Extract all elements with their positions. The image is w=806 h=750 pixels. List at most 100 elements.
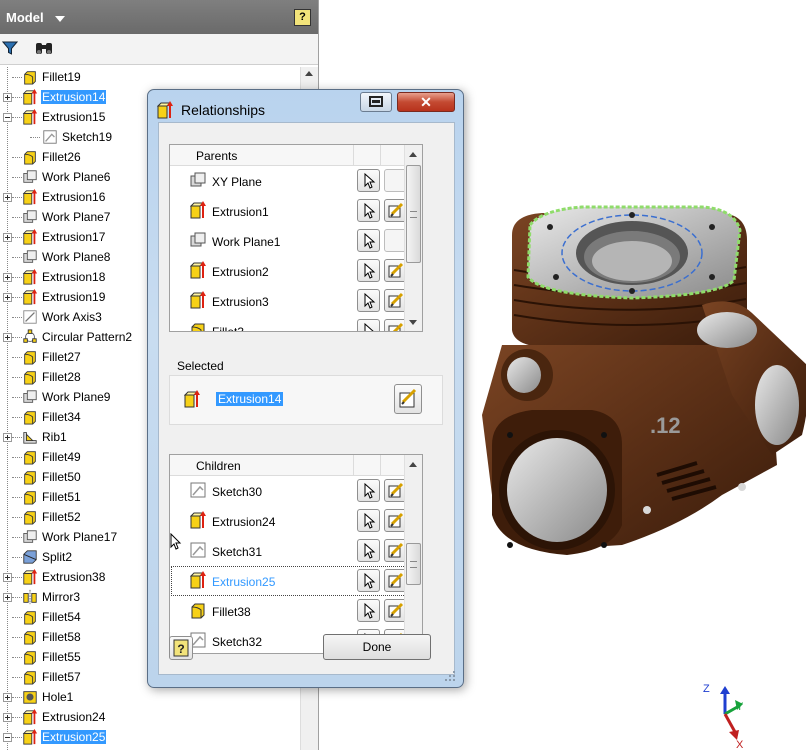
expand-plus-icon[interactable]	[3, 713, 12, 722]
browser-item-label[interactable]: Fillet27	[41, 350, 82, 364]
tree-connector-line	[12, 597, 22, 598]
expand-plus-icon[interactable]	[3, 333, 12, 342]
select-in-model-button[interactable]	[357, 509, 380, 532]
scroll-up-arrow-icon[interactable]	[409, 462, 417, 467]
select-in-model-button[interactable]	[357, 599, 380, 622]
parents-row[interactable]: XY Plane	[170, 166, 422, 196]
browser-item-label[interactable]: Extrusion25	[41, 730, 107, 744]
close-button[interactable]: ✕	[397, 92, 455, 112]
work-axis-icon	[23, 310, 37, 324]
browser-item-label[interactable]: Work Plane8	[41, 250, 111, 264]
browser-item-label[interactable]: Split2	[41, 550, 73, 564]
select-in-model-button[interactable]	[357, 229, 380, 252]
parents-row[interactable]: Extrusion2	[170, 256, 422, 286]
browser-item-label[interactable]: Sketch19	[61, 130, 113, 144]
select-cursor-icon	[364, 172, 376, 189]
select-in-model-button[interactable]	[357, 479, 380, 502]
expand-plus-icon[interactable]	[3, 573, 12, 582]
browser-tree-item[interactable]: Extrusion24	[0, 707, 300, 727]
chevron-down-icon[interactable]	[55, 16, 65, 22]
browser-item-label[interactable]: Fillet50	[41, 470, 82, 484]
browser-item-label[interactable]: Extrusion24	[41, 710, 106, 724]
browser-item-label[interactable]: Extrusion19	[41, 290, 106, 304]
expand-plus-icon[interactable]	[3, 433, 12, 442]
browser-tree-item[interactable]: Extrusion25	[0, 727, 300, 747]
expand-plus-icon[interactable]	[3, 593, 12, 602]
select-in-model-button[interactable]	[357, 169, 380, 192]
browser-item-label[interactable]: Fillet28	[41, 370, 82, 384]
engine-cylinder-part[interactable]: .12	[472, 195, 806, 585]
help-icon[interactable]: ?	[294, 9, 311, 26]
select-in-model-button[interactable]	[357, 199, 380, 222]
help-button[interactable]: ?	[169, 636, 193, 660]
children-row[interactable]: Extrusion25	[170, 566, 422, 596]
browser-item-label[interactable]: Work Axis3	[41, 310, 103, 324]
parents-row[interactable]: Work Plane1	[170, 226, 422, 256]
scroll-down-arrow-icon[interactable]	[409, 320, 417, 325]
children-row[interactable]: Extrusion24	[170, 506, 422, 536]
browser-item-label[interactable]: Work Plane6	[41, 170, 111, 184]
browser-item-label[interactable]: Extrusion38	[41, 570, 106, 584]
browser-item-label[interactable]: Extrusion18	[41, 270, 106, 284]
select-in-model-button[interactable]	[357, 539, 380, 562]
parents-row[interactable]: Extrusion3	[170, 286, 422, 316]
browser-item-label[interactable]: Work Plane9	[41, 390, 111, 404]
tree-connector-line	[12, 397, 22, 398]
browser-item-label[interactable]: Fillet34	[41, 410, 82, 424]
children-row[interactable]: Sketch31	[170, 536, 422, 566]
browser-item-label[interactable]: Work Plane17	[41, 530, 118, 544]
selected-feature-name[interactable]: Extrusion14	[216, 392, 284, 406]
expand-plus-icon[interactable]	[3, 233, 12, 242]
scroll-up-arrow-icon[interactable]	[409, 152, 417, 157]
browser-item-label[interactable]: Hole1	[41, 690, 74, 704]
scroll-thumb[interactable]	[406, 165, 421, 263]
children-scrollbar[interactable]	[404, 455, 422, 653]
sketch-icon	[190, 542, 206, 558]
browser-title-dropdown[interactable]: Model	[6, 10, 44, 25]
expand-plus-icon[interactable]	[3, 273, 12, 282]
resize-grip-icon[interactable]	[444, 670, 456, 682]
select-in-model-button[interactable]	[357, 319, 380, 331]
browser-item-label[interactable]: Rib1	[41, 430, 68, 444]
scroll-up-arrow-icon[interactable]	[305, 71, 313, 76]
scroll-thumb[interactable]	[406, 543, 421, 585]
expand-plus-icon[interactable]	[3, 193, 12, 202]
browser-item-label[interactable]: Fillet57	[41, 670, 82, 684]
expand-plus-icon[interactable]	[3, 293, 12, 302]
edit-selected-button[interactable]	[394, 384, 422, 414]
browser-item-label[interactable]: Extrusion14	[41, 90, 107, 104]
browser-item-label[interactable]: Work Plane7	[41, 210, 111, 224]
parents-row[interactable]: Extrusion1	[170, 196, 422, 226]
browser-tree-item[interactable]: Hole1	[0, 687, 300, 707]
parents-scrollbar[interactable]	[404, 145, 422, 331]
browser-item-label[interactable]: Extrusion16	[41, 190, 106, 204]
browser-item-label[interactable]: Circular Pattern2	[41, 330, 133, 344]
expand-plus-icon[interactable]	[3, 93, 12, 102]
work-plane-icon	[23, 390, 37, 403]
browser-item-label[interactable]: Fillet52	[41, 510, 82, 524]
browser-item-label[interactable]: Fillet51	[41, 490, 82, 504]
children-row[interactable]: Fillet38	[170, 596, 422, 626]
browser-item-label[interactable]: Extrusion15	[41, 110, 106, 124]
children-row[interactable]: Sketch30	[170, 476, 422, 506]
restore-button[interactable]	[360, 92, 392, 112]
parents-row[interactable]: Fillet3	[170, 316, 422, 331]
browser-item-label[interactable]: Fillet58	[41, 630, 82, 644]
browser-item-label[interactable]: Fillet49	[41, 450, 82, 464]
edit-sketch-icon	[388, 292, 404, 308]
collapse-minus-icon[interactable]	[3, 113, 12, 122]
browser-item-label[interactable]: Mirror3	[41, 590, 81, 604]
browser-item-label[interactable]: Extrusion17	[41, 230, 106, 244]
collapse-minus-icon[interactable]	[3, 733, 12, 742]
browser-item-label[interactable]: Fillet55	[41, 650, 82, 664]
browser-item-label[interactable]: Fillet26	[41, 150, 82, 164]
done-button[interactable]: Done	[323, 634, 431, 660]
binoculars-icon[interactable]	[34, 40, 54, 56]
browser-item-label[interactable]: Fillet19	[41, 70, 82, 84]
expand-plus-icon[interactable]	[3, 693, 12, 702]
select-in-model-button[interactable]	[357, 259, 380, 282]
select-in-model-button[interactable]	[357, 289, 380, 312]
browser-item-label[interactable]: Fillet54	[41, 610, 82, 624]
browser-tree-item[interactable]: Fillet19	[0, 67, 300, 87]
filter-icon[interactable]	[2, 40, 18, 56]
